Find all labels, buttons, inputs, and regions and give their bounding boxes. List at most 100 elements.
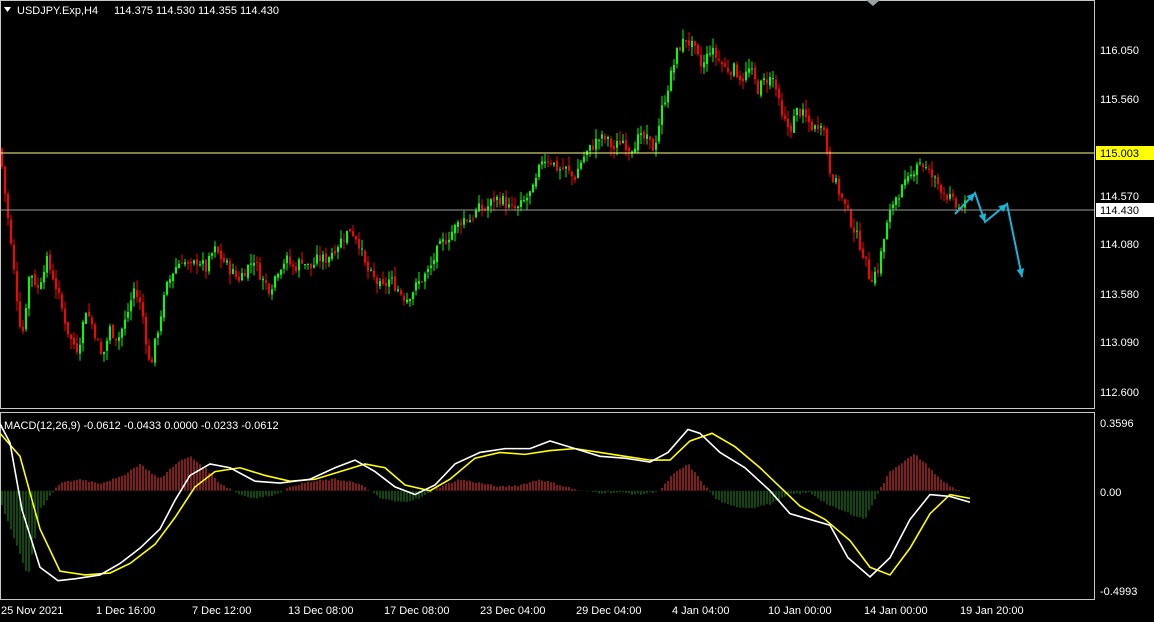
candle-body	[928, 168, 930, 170]
candle-body	[364, 250, 366, 263]
candle-body	[313, 264, 315, 268]
candle-body	[37, 285, 39, 288]
candle-body	[568, 165, 570, 171]
candle-body	[610, 138, 612, 148]
candle-body	[226, 260, 228, 263]
candle-body	[607, 136, 609, 140]
candle-body	[1, 148, 3, 167]
candle-body	[799, 109, 801, 117]
candle-body	[535, 178, 537, 187]
candle-body	[328, 257, 330, 263]
candle-body	[112, 324, 114, 338]
macd-main-line	[0, 423, 971, 582]
candle-body	[301, 259, 303, 264]
macd-axis-label: -0.4993	[1100, 586, 1137, 598]
candle-body	[28, 277, 30, 309]
candle-body	[379, 281, 381, 287]
candle-body	[127, 311, 129, 318]
candle-body	[187, 262, 189, 264]
candle-body	[253, 262, 255, 266]
candle-body	[757, 80, 759, 95]
last-price-label: 114.430	[1100, 205, 1139, 217]
candle-body	[91, 317, 93, 325]
candle-body	[403, 295, 405, 301]
candle-body	[793, 116, 795, 133]
candle-body	[229, 261, 231, 275]
candle-body	[880, 251, 882, 274]
candle-body	[370, 269, 372, 271]
candle-body	[196, 259, 198, 265]
candle-body	[571, 171, 573, 177]
candle-body	[451, 231, 453, 240]
candle-body	[208, 255, 210, 272]
candle-body	[244, 273, 246, 277]
candle-body	[682, 38, 684, 52]
candle-body	[376, 277, 378, 285]
candle-body	[391, 277, 393, 279]
macd-histogram	[1, 454, 969, 572]
candle-body	[811, 121, 813, 131]
candle-body	[211, 253, 213, 256]
macd-signal-line	[0, 432, 971, 576]
candle-body	[22, 326, 24, 332]
candle-body	[259, 263, 261, 280]
candle-body	[481, 204, 483, 210]
candle-body	[667, 90, 669, 103]
candle-body	[664, 102, 666, 105]
forecast-arrowhead-icon	[978, 213, 987, 222]
candle-body	[628, 148, 630, 152]
candle-body	[709, 53, 711, 55]
candle-body	[883, 239, 885, 253]
time-label: 19 Jan 20:00	[960, 605, 1024, 617]
candle-body	[325, 253, 327, 263]
candle-body	[802, 109, 804, 116]
candle-body	[310, 263, 312, 269]
candle-body	[43, 271, 45, 283]
candle-body	[490, 199, 492, 206]
macd-axis-label: 0.3596	[1100, 418, 1134, 430]
candle-body	[373, 270, 375, 277]
time-label: 7 Dec 12:00	[192, 605, 251, 617]
candle-body	[346, 230, 348, 243]
candle-body	[181, 262, 183, 264]
candle-body	[499, 197, 501, 205]
candle-body	[670, 70, 672, 91]
candle-body	[394, 276, 396, 291]
candle-body	[358, 239, 360, 249]
price-label: 113.090	[1100, 337, 1139, 349]
candle-body	[142, 302, 144, 317]
dropdown-arrow-icon[interactable]	[4, 7, 11, 12]
candle-body	[298, 259, 300, 271]
price-label: 114.570	[1100, 191, 1139, 203]
candle-body	[319, 255, 321, 262]
candle-body	[775, 79, 777, 90]
candle-body	[235, 270, 237, 277]
candle-body	[754, 67, 756, 80]
candle-body	[277, 274, 279, 278]
candle-body	[721, 62, 723, 65]
candle-body	[871, 280, 873, 283]
trading-chart[interactable]: USDJPY.Exp,H4 114.375 114.530 114.355 11…	[0, 0, 1154, 622]
candle-body	[247, 265, 249, 278]
macd-window-frame	[0, 412, 1095, 600]
candle-body	[472, 218, 474, 220]
candle-body	[532, 184, 534, 193]
candle-body	[520, 200, 522, 207]
candle-body	[97, 339, 99, 341]
candle-body	[433, 260, 435, 265]
candle-body	[844, 199, 846, 204]
chart-shift-marker-icon[interactable]	[866, 0, 880, 6]
candle-body	[85, 312, 87, 324]
candle-body	[631, 151, 633, 153]
candle-body	[712, 47, 714, 55]
candle-body	[736, 64, 738, 78]
candle-body	[340, 238, 342, 248]
candle-body	[841, 193, 843, 198]
candle-body	[946, 194, 948, 200]
candle-body	[943, 192, 945, 194]
candle-body	[514, 205, 516, 209]
time-label: 1 Dec 16:00	[96, 605, 155, 617]
candle-body	[646, 134, 648, 139]
hline-price-label: 115.003	[1100, 148, 1139, 160]
candle-body	[436, 245, 438, 263]
